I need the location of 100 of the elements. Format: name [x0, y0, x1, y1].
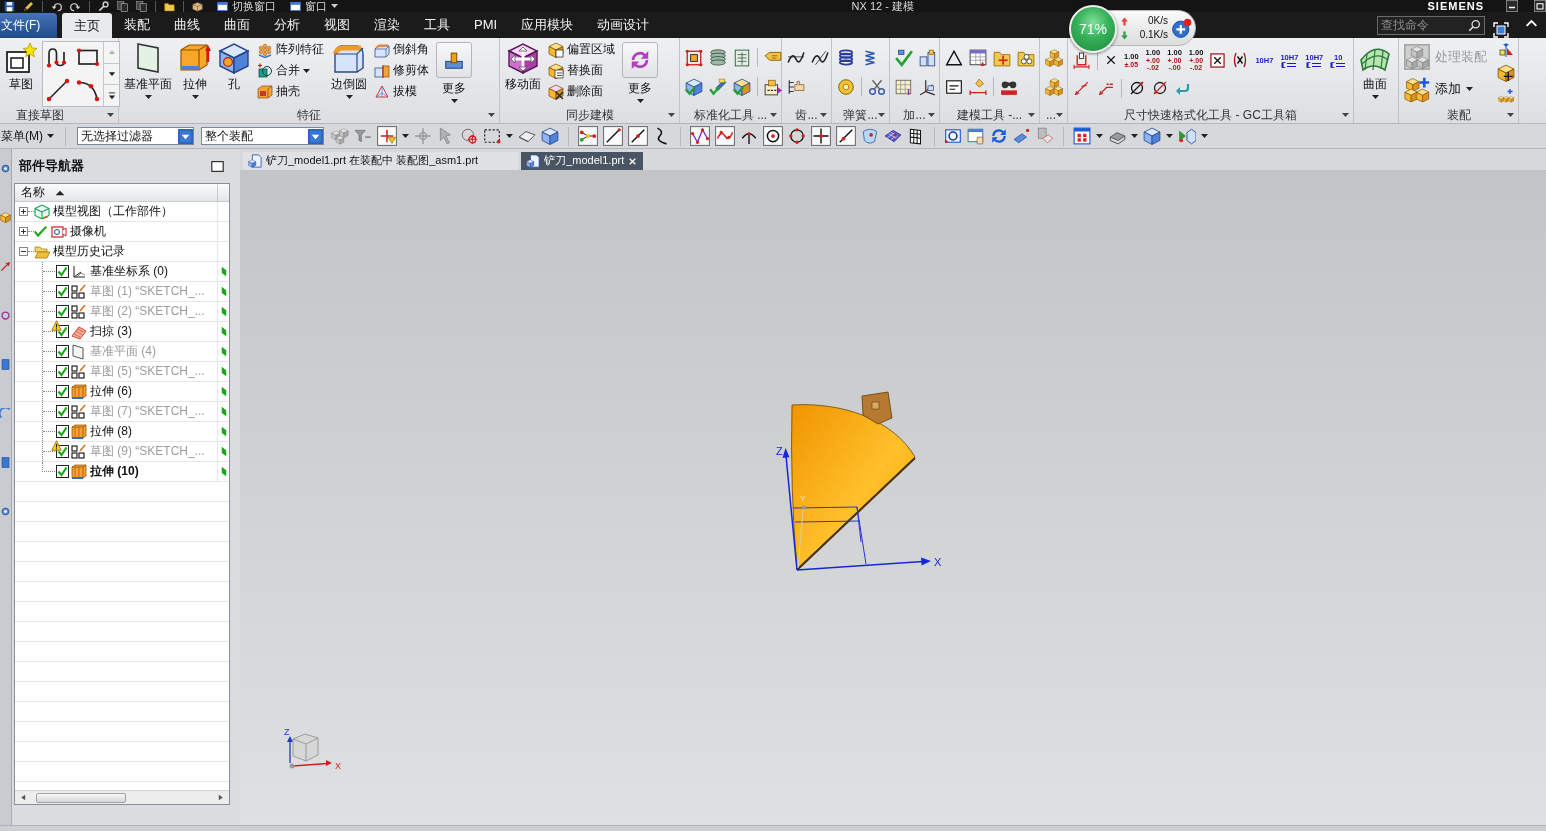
cube-badge-icon[interactable]	[548, 62, 564, 79]
ring-icon[interactable]	[0, 310, 11, 321]
restore-icon[interactable]	[1534, 0, 1546, 12]
checkbox[interactable]	[56, 365, 69, 378]
ribbon-button[interactable]: 倒斜角	[372, 39, 431, 60]
disc-icon[interactable]	[0, 506, 11, 517]
horizontal-scrollbar[interactable]	[15, 790, 229, 804]
checkbox[interactable]	[56, 385, 69, 398]
triangle-icon[interactable]	[945, 48, 963, 67]
window-menu-button[interactable]: 切换窗口	[217, 0, 276, 12]
ribbon-tab[interactable]: 渲染	[362, 13, 412, 37]
table-icon[interactable]	[733, 48, 751, 67]
dropdown-arrow-icon[interactable]	[178, 128, 193, 144]
window-icon[interactable]	[1073, 127, 1091, 145]
caret-icon[interactable]	[1342, 113, 1349, 117]
caret-icon[interactable]	[636, 99, 644, 103]
diameter-icon[interactable]	[1152, 80, 1168, 96]
circle-center-icon[interactable]	[763, 126, 783, 146]
caret-icon[interactable]	[668, 113, 675, 117]
scroll-left-icon[interactable]	[19, 793, 28, 802]
slab-point-icon[interactable]	[1013, 127, 1031, 145]
cube-arrows-icon[interactable]	[507, 42, 539, 74]
disc-icon[interactable]	[0, 163, 11, 174]
dashed-rectangle-icon[interactable]	[483, 127, 501, 145]
boxed-cross-icon[interactable]	[1210, 52, 1226, 68]
expand-icon[interactable]	[19, 207, 28, 216]
cubes-icon[interactable]	[1045, 77, 1063, 96]
ribbon-button[interactable]: 基准平面	[122, 38, 174, 99]
zigzag-icon[interactable]	[690, 126, 710, 146]
ribbon-button[interactable]: 草图	[3, 38, 39, 92]
tool-check-icon[interactable]	[709, 77, 727, 96]
pyramid-icon[interactable]	[374, 83, 390, 100]
ribbon-tab[interactable]: 视图	[312, 13, 362, 37]
face-point-icon[interactable]	[861, 127, 879, 145]
sort-ascending-icon[interactable]	[55, 189, 65, 196]
document-tab[interactable]: 铲刀_model1.prt	[521, 152, 644, 170]
ribbon-tab[interactable]: 主页	[62, 13, 112, 38]
cube-icon[interactable]	[1143, 127, 1161, 145]
folder-icon[interactable]	[164, 0, 175, 12]
document-tab[interactable]: 铲刀_model1.prt 在装配中 装配图_asm1.prt	[243, 152, 519, 170]
dropdown-arrow-icon[interactable]	[308, 128, 323, 144]
caret-icon[interactable]	[107, 113, 114, 117]
pencil-icon[interactable]	[23, 0, 34, 12]
caret-icon[interactable]	[191, 95, 199, 99]
ribbon-tab[interactable]: 曲线	[162, 13, 212, 37]
scroll-right-icon[interactable]	[216, 793, 225, 802]
ribbon-button[interactable]: 孔	[216, 38, 252, 92]
window-icon[interactable]	[217, 0, 228, 12]
cross-point-icon[interactable]	[811, 126, 831, 146]
part-file-icon[interactable]	[526, 154, 541, 168]
search-field[interactable]: 查找命令	[1377, 15, 1485, 35]
cube-check-icon[interactable]	[733, 77, 751, 96]
caret-icon[interactable]	[47, 134, 54, 138]
ribbon-button[interactable]: 阵列特征	[255, 39, 326, 60]
key-icon[interactable]	[98, 0, 109, 12]
fit-view-icon[interactable]	[944, 127, 962, 145]
tree-item-label[interactable]: 模型历史记录	[50, 244, 125, 259]
caret-icon[interactable]	[1466, 87, 1473, 91]
wave-icon[interactable]	[715, 126, 735, 146]
caret-icon[interactable]	[878, 113, 885, 117]
block-icon[interactable]	[0, 457, 11, 468]
checkbox[interactable]	[56, 285, 69, 298]
checkbox[interactable]	[56, 345, 69, 358]
block-icon[interactable]	[0, 359, 11, 370]
ribbon-tab[interactable]: 动画设计	[585, 13, 662, 37]
prism-icon[interactable]	[179, 42, 211, 74]
layer-stack-icon[interactable]	[709, 48, 727, 67]
caret-icon[interactable]	[488, 113, 495, 117]
block-icon[interactable]	[436, 42, 472, 78]
cubes-icon[interactable]	[1045, 48, 1063, 67]
add-badge-icon[interactable]	[1172, 18, 1192, 38]
caret-icon[interactable]	[1028, 113, 1035, 117]
table-grid-icon[interactable]	[969, 48, 987, 67]
caret-icon[interactable]	[506, 134, 513, 138]
expand-icon[interactable]	[19, 227, 28, 236]
curved-arrow-icon[interactable]	[51, 0, 62, 12]
cube-move-icon[interactable]	[1497, 64, 1515, 82]
fullscreen-icon[interactable]	[1493, 22, 1509, 38]
scissors-icon[interactable]	[868, 77, 886, 96]
minimize-icon[interactable]	[1506, 0, 1518, 12]
dots-grid-icon[interactable]	[257, 41, 273, 58]
crosshair-filter-icon[interactable]	[377, 126, 397, 146]
caret-icon[interactable]	[1056, 113, 1063, 117]
ribbon-tab[interactable]: 装配	[112, 13, 162, 37]
caret-icon[interactable]	[820, 113, 827, 117]
arrow-icon[interactable]	[0, 261, 11, 272]
cubes-plus-icon[interactable]	[1498, 88, 1514, 104]
ribbon-button[interactable]: 删除面	[546, 81, 617, 102]
caret-icon[interactable]	[450, 99, 458, 103]
caret-icon[interactable]	[1371, 95, 1379, 99]
coil-icon[interactable]	[837, 48, 855, 67]
caret-icon[interactable]	[303, 68, 310, 73]
check-icon[interactable]	[34, 225, 47, 238]
caret-icon[interactable]	[1096, 134, 1103, 138]
cubes-plus-icon[interactable]	[1404, 76, 1430, 102]
tree-item-label[interactable]: 拉伸 (10)	[87, 464, 139, 479]
documents-icon[interactable]	[136, 0, 147, 12]
arc-icon[interactable]	[76, 78, 100, 102]
cube-badge-icon[interactable]	[548, 41, 564, 58]
cross-icon[interactable]	[1105, 54, 1117, 66]
